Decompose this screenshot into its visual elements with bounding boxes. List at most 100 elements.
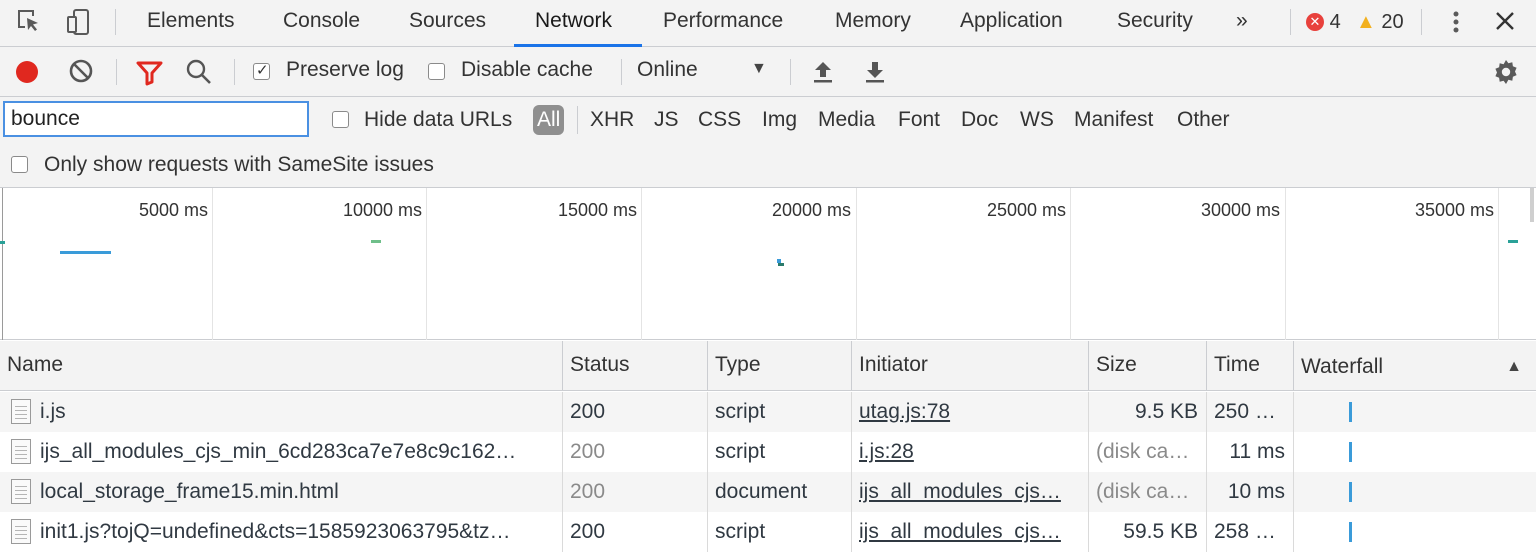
request-name-cell: local_storage_frame15.min.html xyxy=(0,472,563,512)
request-name: i.js xyxy=(40,400,66,423)
request-initiator-link[interactable]: utag.js:78 xyxy=(852,392,1089,432)
tab-performance[interactable]: Performance xyxy=(663,0,783,46)
table-row[interactable]: i.js 200 script utag.js:78 9.5 KB 250 … xyxy=(0,392,1536,432)
filter-type-doc[interactable]: Doc xyxy=(961,105,998,135)
request-status: 200 xyxy=(563,472,708,512)
tab-console[interactable]: Console xyxy=(283,0,360,46)
filter-type-ws[interactable]: WS xyxy=(1020,105,1054,135)
chevron-down-icon[interactable]: ▼ xyxy=(751,60,767,78)
request-name-cell: i.js xyxy=(0,392,563,432)
filter-input[interactable] xyxy=(3,101,309,137)
filter-icon[interactable] xyxy=(136,60,163,92)
warning-icon: ▲ xyxy=(1356,11,1376,33)
preserve-log-label: Preserve log xyxy=(286,58,404,81)
request-initiator-link[interactable]: ijs_all_modules_cjs… xyxy=(852,512,1089,552)
filter-type-img[interactable]: Img xyxy=(762,105,797,135)
inspect-element-icon[interactable] xyxy=(16,8,42,42)
request-type: script xyxy=(708,392,852,432)
request-status: 200 xyxy=(563,432,708,472)
filter-type-js[interactable]: JS xyxy=(654,105,679,135)
request-status: 200 xyxy=(563,512,708,552)
filter-type-xhr[interactable]: XHR xyxy=(590,105,634,135)
search-icon[interactable] xyxy=(185,58,213,92)
export-har-icon[interactable] xyxy=(863,59,887,91)
hide-data-urls-label: Hide data URLs xyxy=(364,108,513,131)
import-har-icon[interactable] xyxy=(811,59,835,91)
request-size: 9.5 KB xyxy=(1089,392,1207,432)
request-type: script xyxy=(708,432,852,472)
request-name-cell: ijs_all_modules_cjs_min_6cd283ca7e7e8c9c… xyxy=(0,432,563,472)
error-icon: ✕ xyxy=(1306,13,1324,31)
filter-type-all[interactable]: All xyxy=(533,105,565,135)
overview-tick: 30000 ms xyxy=(1200,200,1280,220)
clear-icon[interactable] xyxy=(68,58,94,90)
overview-request-bar xyxy=(60,251,111,254)
disable-cache-checkbox[interactable] xyxy=(428,63,445,80)
preserve-log-checkbox[interactable] xyxy=(253,61,270,80)
close-icon[interactable] xyxy=(1494,10,1516,38)
request-name: local_storage_frame15.min.html xyxy=(40,480,339,503)
table-row[interactable]: init1.js?tojQ=undefined&cts=158592306379… xyxy=(0,512,1536,552)
disable-cache-label: Disable cache xyxy=(461,58,593,81)
request-initiator-link[interactable]: i.js:28 xyxy=(852,432,1089,472)
more-tabs-button[interactable]: » xyxy=(1236,0,1248,46)
more-options-icon[interactable] xyxy=(1446,8,1466,42)
tab-security[interactable]: Security xyxy=(1117,0,1193,46)
tab-elements[interactable]: Elements xyxy=(147,0,235,46)
tab-sources[interactable]: Sources xyxy=(409,0,486,46)
sort-ascending-icon: ▲ xyxy=(1506,358,1522,375)
tab-memory[interactable]: Memory xyxy=(835,0,911,46)
column-header-status[interactable]: Status xyxy=(563,341,708,391)
column-header-type[interactable]: Type xyxy=(708,341,852,391)
column-header-waterfall[interactable]: Waterfall ▲ xyxy=(1294,341,1536,391)
table-row[interactable]: ijs_all_modules_cjs_min_6cd283ca7e7e8c9c… xyxy=(0,432,1536,472)
waterfall-bar xyxy=(1349,482,1352,502)
settings-gear-icon[interactable] xyxy=(1492,58,1520,92)
devtools-tab-bar: Elements Console Sources Network Perform… xyxy=(0,0,1536,47)
overview-tick: 5000 ms xyxy=(138,200,208,220)
request-name: ijs_all_modules_cjs_min_6cd283ca7e7e8c9c… xyxy=(40,440,517,463)
waterfall-bar xyxy=(1349,402,1352,422)
overview-request-bar xyxy=(371,240,381,243)
file-icon xyxy=(11,399,31,424)
request-initiator-link[interactable]: ijs_all_modules_cjs… xyxy=(852,472,1089,512)
tab-application[interactable]: Application xyxy=(960,0,1063,46)
overview-request-bar xyxy=(778,263,784,266)
error-count-badge[interactable]: ✕ 4 xyxy=(1306,9,1341,35)
warning-count-badge[interactable]: ▲ 20 xyxy=(1356,9,1404,35)
table-row[interactable]: local_storage_frame15.min.html 200 docum… xyxy=(0,472,1536,512)
column-header-initiator[interactable]: Initiator xyxy=(852,341,1089,391)
tab-network[interactable]: Network xyxy=(535,0,612,46)
hide-data-urls-checkbox[interactable] xyxy=(332,111,349,128)
request-type: document xyxy=(708,472,852,512)
throttling-select[interactable]: Online xyxy=(637,58,698,82)
request-time: 258 … xyxy=(1207,512,1294,552)
overview-tick: 20000 ms xyxy=(771,200,851,220)
filter-bar: Hide data URLs All XHR JS CSS Img Media … xyxy=(0,97,1536,188)
network-overview[interactable]: 5000 ms 10000 ms 15000 ms 20000 ms 25000… xyxy=(0,188,1536,340)
filter-type-other[interactable]: Other xyxy=(1177,105,1230,135)
overview-tick: 15000 ms xyxy=(557,200,637,220)
samesite-checkbox[interactable] xyxy=(11,156,28,173)
column-header-size[interactable]: Size xyxy=(1089,341,1207,391)
request-time: 10 ms xyxy=(1207,472,1294,512)
file-icon xyxy=(11,519,31,544)
record-button[interactable] xyxy=(16,61,38,83)
filter-type-media[interactable]: Media xyxy=(818,105,875,135)
network-toolbar: Preserve log Disable cache Online ▼ xyxy=(0,47,1536,97)
file-icon xyxy=(11,479,31,504)
samesite-label: Only show requests with SameSite issues xyxy=(44,153,434,176)
column-header-time[interactable]: Time xyxy=(1207,341,1294,391)
filter-type-font[interactable]: Font xyxy=(898,105,940,135)
overview-request-bar xyxy=(0,241,5,244)
filter-type-manifest[interactable]: Manifest xyxy=(1074,105,1153,135)
column-header-name[interactable]: Name xyxy=(0,341,563,391)
request-status: 200 xyxy=(563,392,708,432)
error-count: 4 xyxy=(1329,11,1341,33)
request-size: 59.5 KB xyxy=(1089,512,1207,552)
filter-type-css[interactable]: CSS xyxy=(698,105,741,135)
overview-tick: 35000 ms xyxy=(1414,200,1494,220)
requests-table-header: Name Status Type Initiator Size Time Wat… xyxy=(0,341,1536,391)
device-toolbar-icon[interactable] xyxy=(65,8,93,42)
request-time: 11 ms xyxy=(1207,432,1294,472)
